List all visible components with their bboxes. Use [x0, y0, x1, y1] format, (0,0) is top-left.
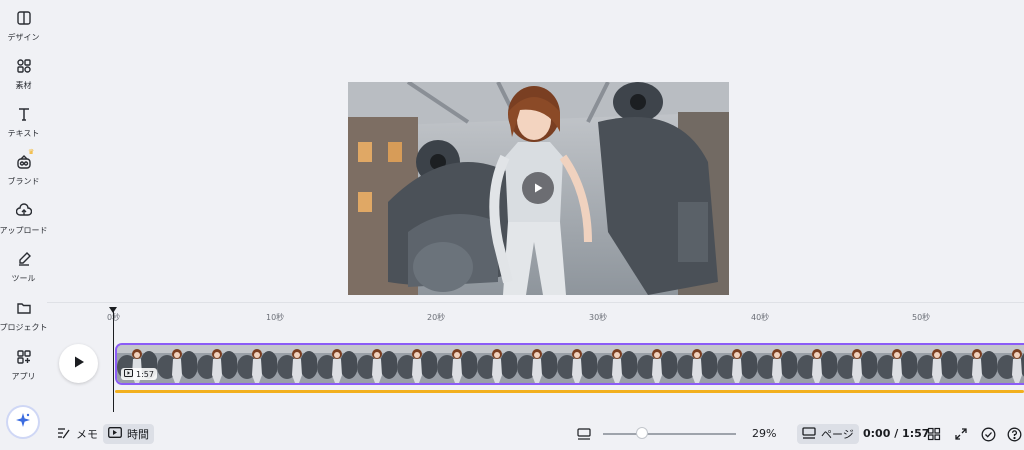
video-clip-track[interactable]: 1:57	[115, 343, 1024, 385]
clip-thumbnail	[997, 345, 1024, 383]
sidebar-item-label: デザイン	[7, 33, 40, 42]
zoom-slider-handle[interactable]	[636, 427, 648, 439]
clip-duration-badge: 1:57	[121, 368, 157, 380]
timeline-tick: 50秒	[912, 313, 931, 322]
timeline-tick: 10秒	[266, 313, 285, 322]
left-sidebar: デザイン 素材 テキスト ♛ ブランド アップロード ツール プロジェクト アプ…	[0, 0, 48, 450]
check-icon[interactable]	[980, 426, 996, 442]
design-icon	[14, 8, 34, 28]
tools-icon	[14, 249, 34, 269]
audio-track[interactable]	[115, 390, 1024, 393]
clip-thumbnail	[757, 345, 798, 383]
help-icon[interactable]	[1006, 426, 1022, 442]
zoom-slider-track[interactable]	[603, 433, 736, 435]
canvas-play-button[interactable]	[522, 172, 554, 204]
sidebar-item-label: ツール	[11, 274, 36, 283]
sidebar-item-tools[interactable]: ツール	[0, 245, 47, 291]
time-button[interactable]: 時間	[103, 424, 154, 444]
clip-thumbnail	[157, 345, 198, 383]
clip-thumbnail	[917, 345, 958, 383]
crown-icon: ♛	[28, 148, 35, 156]
sidebar-item-label: アップロード	[0, 226, 48, 235]
sidebar-item-projects[interactable]: プロジェクト	[0, 294, 48, 340]
clip-thumbnail	[437, 345, 478, 383]
playhead[interactable]	[113, 308, 114, 412]
video-icon	[124, 369, 133, 379]
thumbnail-view-icon[interactable]	[576, 426, 592, 442]
apps-icon	[14, 347, 34, 367]
sidebar-item-label: プロジェクト	[0, 323, 48, 332]
clip-thumbnail	[237, 345, 278, 383]
clip-thumbnail	[637, 345, 678, 383]
elements-icon	[14, 56, 34, 76]
clip-thumbnail	[717, 345, 758, 383]
clip-thumbnail	[957, 345, 998, 383]
sidebar-item-label: 素材	[15, 81, 32, 90]
upload-icon	[14, 201, 34, 221]
clip-thumbnail	[517, 345, 558, 383]
text-icon	[14, 104, 34, 124]
page-view-label: ページ	[821, 428, 854, 441]
clip-thumbnail	[197, 345, 238, 383]
fullscreen-icon[interactable]	[953, 426, 969, 442]
sidebar-item-elements[interactable]: 素材	[0, 52, 47, 98]
play-icon	[72, 354, 86, 373]
sidebar-item-design[interactable]: デザイン	[0, 4, 47, 50]
sidebar-item-apps[interactable]: アプリ	[0, 343, 47, 389]
timeline-divider	[47, 302, 1024, 303]
sidebar-item-label: アプリ	[11, 372, 36, 381]
clip-thumbnail	[837, 345, 878, 383]
sidebar-item-label: テキスト	[7, 129, 40, 138]
clip-thumbnail	[397, 345, 438, 383]
clip-thumbnail	[317, 345, 358, 383]
memo-label: メモ	[76, 428, 98, 441]
timeline-tick: 30秒	[589, 313, 608, 322]
clip-thumbnail	[357, 345, 398, 383]
page-view-icon	[802, 426, 816, 442]
clip-thumbnail	[557, 345, 598, 383]
clip-thumbnail	[677, 345, 718, 383]
clip-thumbnail	[597, 345, 638, 383]
video-icon	[108, 427, 122, 441]
sidebar-item-label: ブランド	[7, 177, 40, 186]
clip-duration: 1:57	[136, 369, 154, 379]
clip-thumbnail	[877, 345, 918, 383]
sidebar-item-upload[interactable]: アップロード	[0, 197, 48, 243]
folder-icon	[14, 298, 34, 318]
timeline-tick: 40秒	[751, 313, 770, 322]
memo-button[interactable]: メモ	[52, 424, 103, 444]
timeline-play-button[interactable]	[59, 344, 98, 383]
clip-thumbnail	[477, 345, 518, 383]
timeline-tick: 20秒	[427, 313, 446, 322]
magic-assistant-button[interactable]	[8, 407, 38, 437]
sidebar-item-brand[interactable]: ♛ ブランド	[0, 148, 47, 194]
page-view-button[interactable]: ページ	[797, 424, 859, 444]
play-icon	[532, 179, 544, 198]
clip-thumbnail	[277, 345, 318, 383]
time-display: 0:00 / 1:57	[863, 427, 930, 440]
clip-thumbnail	[797, 345, 838, 383]
magic-sparkle-icon	[15, 412, 31, 432]
grid-view-icon[interactable]	[926, 426, 942, 442]
memo-icon	[57, 427, 71, 442]
time-label: 時間	[127, 428, 149, 441]
zoom-level: 29%	[752, 427, 777, 440]
sidebar-item-text[interactable]: テキスト	[0, 100, 47, 146]
